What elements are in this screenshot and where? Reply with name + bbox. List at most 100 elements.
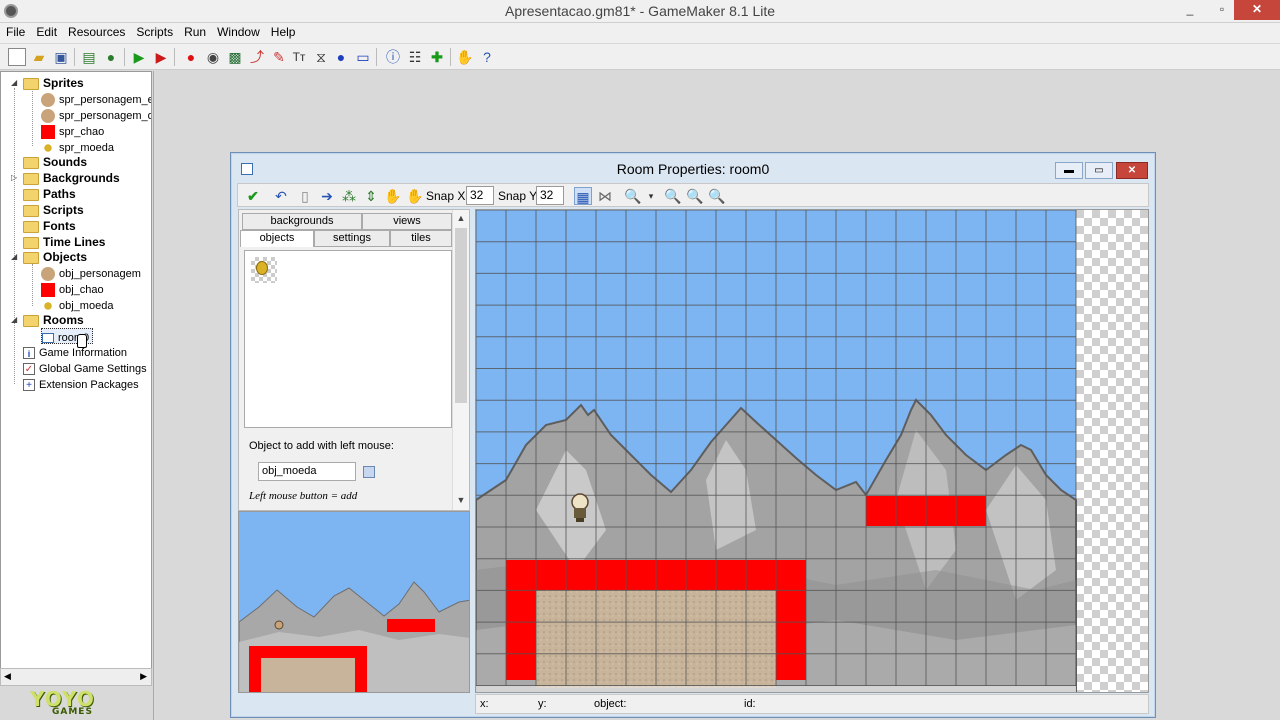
options-dropdown-icon[interactable]: ▾ [642,187,660,205]
ground-block[interactable] [596,560,626,590]
snap-y-input[interactable]: 32 [536,186,564,205]
tree-item-spr-personagem-dir[interactable]: spr_personagem_dir [41,107,151,123]
settings-icon[interactable]: ☷ [406,48,424,66]
tree-item-obj-chao[interactable]: obj_chao [41,281,104,297]
snap-x-input[interactable]: 32 [466,186,494,205]
save-icon[interactable]: ▣ [52,48,70,66]
font-icon[interactable]: Tт [290,48,308,66]
ground-block[interactable] [626,560,656,590]
tree-item-spr-personagem-es[interactable]: spr_personagem_es [41,91,151,107]
zoom-out-icon[interactable]: 🔍 [664,187,682,205]
sort-x-icon[interactable]: ⁂ [340,187,358,205]
object-instance-list[interactable] [244,250,452,428]
left-panel-scrollbar[interactable]: ▲ ▼ [452,210,469,510]
tab-objects[interactable]: objects [240,230,314,247]
timeline-icon[interactable]: ⧖ [312,48,330,66]
floating-block[interactable] [866,496,896,526]
show-options-icon[interactable]: 🔍 [624,187,642,205]
scroll-thumb[interactable] [455,228,467,403]
create-exe-icon[interactable]: ▤ [80,48,98,66]
sprite-icon[interactable]: ● [182,48,200,66]
scroll-up-icon[interactable]: ▲ [453,210,469,226]
menu-edit[interactable]: Edit [30,23,62,39]
publish-icon[interactable]: ● [102,48,120,66]
tree-folder-sprites[interactable]: Sprites [23,75,84,91]
isometric-grid-icon[interactable]: ⋈ [596,187,614,205]
room-maximize-button[interactable]: ▭ [1085,162,1113,179]
tab-backgrounds[interactable]: backgrounds [242,213,362,230]
menu-run[interactable]: Run [178,23,211,39]
object-to-add-field[interactable]: obj_moeda [258,462,356,481]
zoom-in-icon[interactable]: 🔍 [708,187,726,205]
tab-tiles[interactable]: tiles [390,230,452,247]
menu-file[interactable]: File [0,23,30,39]
extension-icon[interactable]: ✚ [428,48,446,66]
room-icon[interactable]: ▭ [354,48,372,66]
ground-block[interactable] [506,620,536,650]
ground-block[interactable] [776,650,806,680]
ground-block[interactable] [776,560,806,590]
tree-item-global-game-settings[interactable]: ✓ Global Game Settings [23,360,147,376]
menu-scripts[interactable]: Scripts [130,23,178,39]
tree-item-extension-packages[interactable]: + Extension Packages [23,376,139,392]
tree-folder-scripts[interactable]: Scripts [23,202,84,218]
unlock-instances-icon[interactable]: ✋ [406,187,424,205]
tree-item-obj-personagem[interactable]: obj_personagem [41,265,141,281]
run-icon[interactable]: ▶ [130,48,148,66]
lock-instances-icon[interactable]: ✋ [384,187,402,205]
tree-folder-rooms[interactable]: Rooms [23,312,84,328]
expand-rooms[interactable]: ◢ [11,312,19,328]
ground-block[interactable] [506,590,536,620]
background-icon[interactable]: ▩ [226,48,244,66]
ground-block[interactable] [506,650,536,680]
tree-item-game-information[interactable]: i Game Information [23,344,127,360]
menu-resources[interactable]: Resources [62,23,130,39]
floating-block[interactable] [896,496,926,526]
ground-block[interactable] [776,590,806,620]
room-minimize-button[interactable]: ▬ [1055,162,1083,179]
menu-window[interactable]: Window [211,23,265,39]
maximize-button[interactable]: ▫ [1208,0,1236,20]
game-info-icon[interactable]: ⓘ [384,48,402,66]
sound-icon[interactable]: ◉ [204,48,222,66]
tree-folder-backgrounds[interactable]: Backgrounds [23,170,120,186]
close-button[interactable]: ✕ [1234,0,1280,20]
tree-item-obj-moeda[interactable]: obj_moeda [41,297,113,313]
tab-settings[interactable]: settings [314,230,390,247]
ground-block[interactable] [656,560,686,590]
open-icon[interactable]: ▰ [30,48,48,66]
undo-icon[interactable]: ↶ [272,187,290,205]
ground-block[interactable] [776,620,806,650]
ok-check-icon[interactable]: ✔ [244,187,262,205]
debug-icon[interactable]: ▶ [152,48,170,66]
room-editor-canvas[interactable] [475,209,1149,693]
ground-block[interactable] [506,560,536,590]
sort-y-icon[interactable]: ⇕ [362,187,380,205]
object-browse-icon[interactable] [363,466,375,478]
tree-folder-paths[interactable]: Paths [23,186,76,202]
grid-toggle-icon[interactable]: ▦ [574,187,592,205]
expand-backgrounds[interactable]: ▷ [11,170,19,186]
tree-item-spr-moeda[interactable]: spr_moeda [41,139,114,155]
clear-room-icon[interactable]: ▯ [296,187,314,205]
expand-sprites[interactable]: ◢ [11,75,19,91]
scroll-down-icon[interactable]: ▼ [453,492,469,508]
menu-help[interactable]: Help [265,23,301,39]
object-icon[interactable]: ● [332,48,350,66]
help-icon[interactable]: ? [478,48,496,66]
tree-item-spr-chao[interactable]: spr_chao [41,123,104,139]
script-icon[interactable]: ✎ [270,48,288,66]
room-close-button[interactable]: ✕ [1116,162,1148,179]
coin-object-thumbnail[interactable] [251,257,277,283]
expand-objects[interactable]: ◢ [11,249,19,265]
shift-instances-icon[interactable]: ➔ [318,187,336,205]
path-icon[interactable]: ⤴ [248,48,266,66]
tree-folder-fonts[interactable]: Fonts [23,218,76,234]
tree-folder-objects[interactable]: Objects [23,249,87,265]
minimize-button[interactable]: _ [1176,0,1204,20]
zoom-normal-icon[interactable]: 🔍 [686,187,704,205]
tab-views[interactable]: views [362,213,452,230]
ground-block[interactable] [716,560,746,590]
tree-folder-timelines[interactable]: Time Lines [23,234,105,250]
floating-block[interactable] [926,496,956,526]
